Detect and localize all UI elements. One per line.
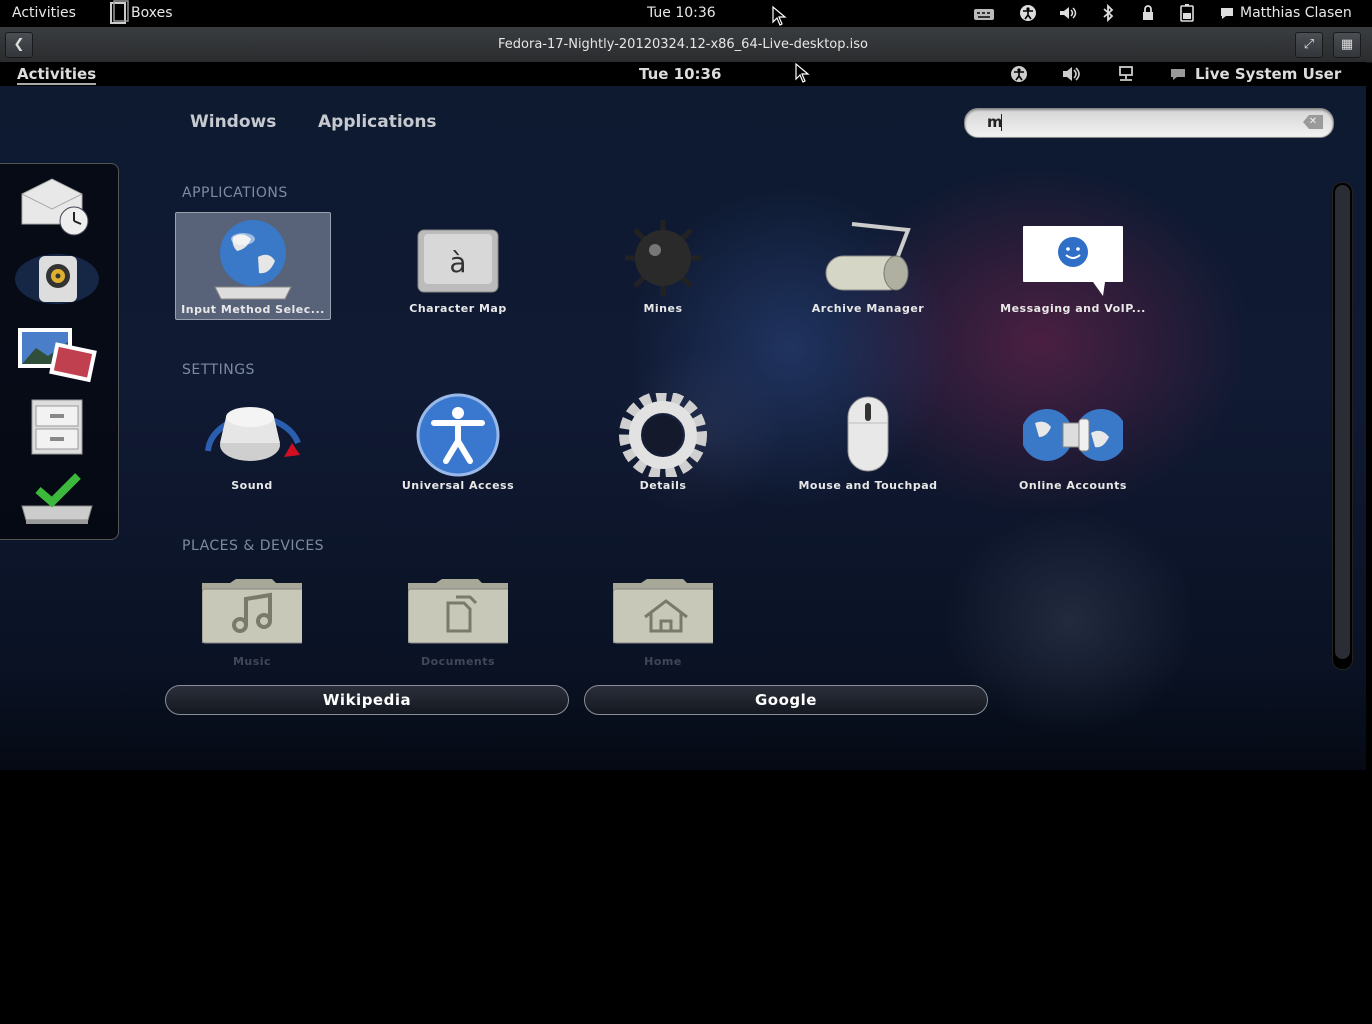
app-archive-manager[interactable]: Archive Manager: [791, 212, 945, 318]
bluetooth-icon[interactable]: [1100, 0, 1116, 27]
search-entry[interactable]: m ✕: [964, 108, 1334, 138]
music-folder-icon: [202, 579, 302, 644]
home-folder-icon: [613, 579, 713, 644]
boxes-header-bar: ❮ Fedora-17-Nightly-20120324.12-x86_64-L…: [0, 27, 1372, 63]
online-accounts-icon: [1023, 409, 1123, 461]
dash-item-install[interactable]: [12, 470, 102, 532]
app-label: Archive Manager: [811, 302, 925, 315]
chat-status-icon[interactable]: [1219, 0, 1235, 27]
results-scrollbar[interactable]: [1332, 182, 1353, 670]
clear-search-icon[interactable]: ✕: [1303, 115, 1323, 129]
volume-knob-icon: [205, 407, 301, 461]
setting-label: Sound: [231, 479, 273, 492]
file-cabinet-icon: [31, 399, 83, 455]
app-label: Input Method Selec...: [181, 303, 325, 316]
properties-button[interactable]: ▦: [1333, 32, 1361, 58]
place-label: Music: [232, 655, 272, 668]
character-map-icon: à: [417, 229, 499, 293]
app-messaging-voip[interactable]: Messaging and VoIP...: [996, 212, 1150, 318]
chat-bubble-icon: [1023, 226, 1123, 296]
host-activities-button[interactable]: Activities: [12, 0, 76, 27]
svg-text:à: à: [449, 246, 466, 279]
gear-icon: [619, 393, 707, 477]
guest-activities-button[interactable]: Activities: [17, 62, 97, 85]
keyboard-icon[interactable]: [973, 0, 995, 27]
accessibility-icon[interactable]: [1018, 0, 1038, 27]
place-music[interactable]: Music: [175, 565, 329, 671]
install-to-disk-icon: [21, 473, 93, 524]
properties-icon: ▦: [1340, 37, 1354, 52]
setting-universal-access[interactable]: Universal Access: [381, 389, 535, 495]
accessibility-icon: [416, 393, 500, 477]
archive-roller-icon: [825, 222, 911, 291]
battery-icon[interactable]: [1178, 0, 1196, 27]
search-provider-google[interactable]: Google: [584, 685, 988, 715]
setting-sound[interactable]: Sound: [175, 389, 329, 495]
setting-online-accounts[interactable]: Online Accounts: [996, 389, 1150, 495]
app-label: Character Map: [409, 302, 507, 315]
setting-label: Online Accounts: [1019, 479, 1127, 492]
dash-item-shotwell[interactable]: [12, 322, 102, 384]
places-section-title: PLACES & DEVICES: [182, 538, 325, 554]
host-user-menu[interactable]: Matthias Clasen: [1240, 0, 1352, 27]
host-pointer-icon: [772, 5, 787, 26]
setting-label: Mouse and Touchpad: [798, 479, 938, 492]
place-label: Home: [644, 655, 682, 668]
globe-keyboard-icon: [214, 220, 292, 300]
guest-accessibility-icon[interactable]: [1008, 62, 1030, 86]
guest-user-status-icon[interactable]: [1169, 62, 1189, 86]
fullscreen-icon: ⤢: [1303, 37, 1315, 52]
place-documents[interactable]: Documents: [381, 565, 535, 671]
guest-volume-icon[interactable]: [1061, 62, 1083, 86]
volume-icon[interactable]: [1058, 0, 1078, 27]
setting-label: Details: [639, 479, 687, 492]
app-label: Mines: [643, 302, 683, 315]
dash-item-rhythmbox[interactable]: [12, 248, 102, 310]
fullscreen-button[interactable]: ⤢: [1295, 32, 1323, 58]
place-home[interactable]: Home: [586, 565, 740, 671]
photos-icon: [18, 328, 97, 383]
dash: [0, 163, 119, 540]
tab-applications[interactable]: Applications: [318, 112, 437, 132]
dash-item-files[interactable]: [12, 396, 102, 458]
documents-folder-icon: [408, 579, 508, 644]
mail-clock-icon: [21, 178, 89, 236]
mine-icon: [625, 220, 701, 296]
app-label: Messaging and VoIP...: [1000, 302, 1146, 315]
search-provider-wikipedia[interactable]: Wikipedia: [165, 685, 569, 715]
applications-section-title: APPLICATIONS: [182, 185, 288, 201]
guest-user-menu[interactable]: Live System User: [1195, 62, 1341, 86]
settings-section-title: SETTINGS: [182, 362, 255, 378]
box-title: Fedora-17-Nightly-20120324.12-x86_64-Liv…: [498, 37, 868, 52]
host-app-menu[interactable]: Boxes: [131, 0, 173, 27]
guest-display[interactable]: Activities Tue 10:36 Live System User Wi…: [0, 62, 1366, 770]
guest-clock[interactable]: Tue 10:36: [639, 62, 721, 86]
tab-windows[interactable]: Windows: [190, 112, 276, 132]
app-input-method-selector[interactable]: Input Method Selec...: [175, 212, 331, 320]
speaker-icon: [15, 254, 99, 304]
guest-pointer-icon: [795, 62, 810, 83]
mouse-icon: [847, 396, 889, 472]
setting-label: Universal Access: [401, 479, 515, 492]
boxes-app-icon[interactable]: [108, 0, 129, 27]
text-cursor: [1001, 114, 1002, 131]
guest-top-bar: Activities Tue 10:36 Live System User: [0, 62, 1366, 86]
lock-icon[interactable]: [1140, 0, 1156, 27]
host-clock[interactable]: Tue 10:36: [647, 0, 716, 27]
dash-item-evolution[interactable]: [12, 174, 102, 236]
guest-network-icon[interactable]: [1117, 62, 1135, 86]
place-label: Documents: [420, 655, 496, 668]
scrollbar-thumb[interactable]: [1335, 185, 1350, 659]
app-character-map[interactable]: à Character Map: [381, 212, 535, 318]
setting-details[interactable]: Details: [586, 389, 740, 495]
app-mines[interactable]: Mines: [586, 212, 740, 318]
setting-mouse-touchpad[interactable]: Mouse and Touchpad: [791, 389, 945, 495]
host-top-bar: Activities Boxes Tue 10:36 Matthias Clas…: [0, 0, 1372, 27]
